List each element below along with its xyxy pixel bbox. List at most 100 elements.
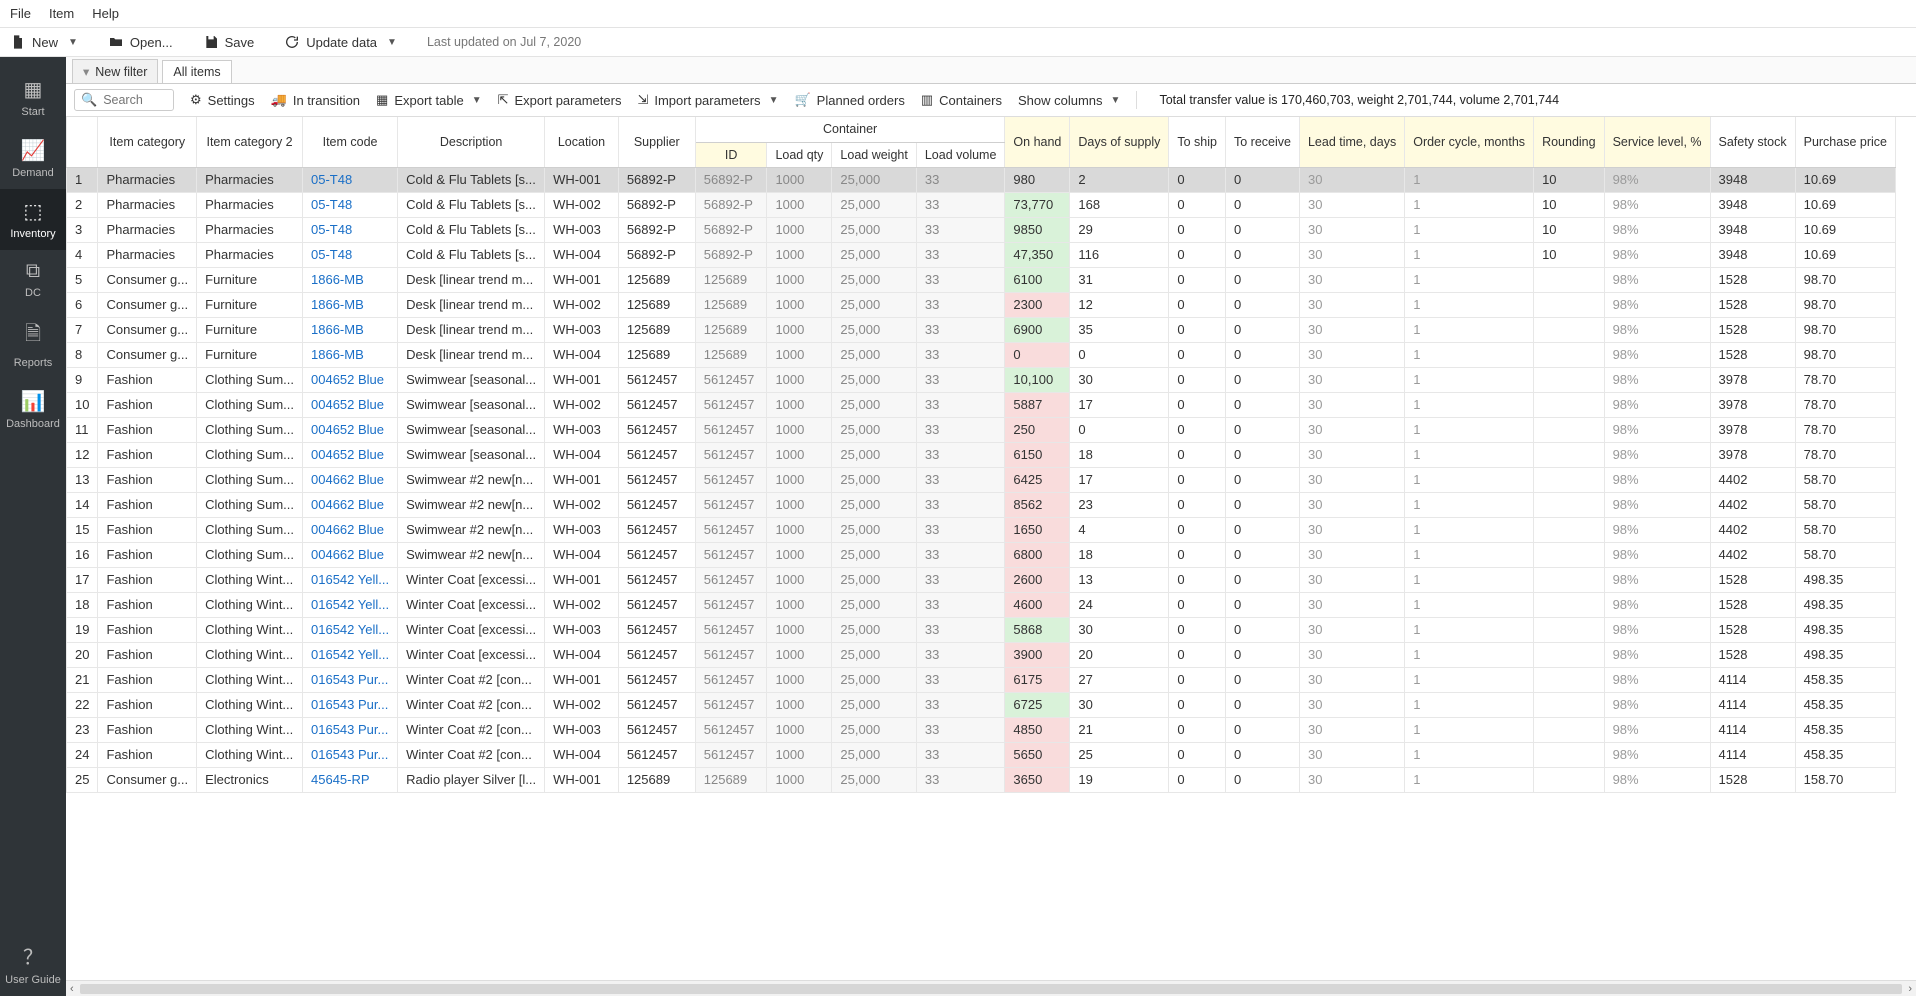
cell-to-ship[interactable]: 0	[1169, 367, 1226, 392]
cell-load-qty[interactable]: 1000	[767, 317, 832, 342]
table-row[interactable]: 13FashionClothing Sum...004662 BlueSwimw…	[67, 467, 1896, 492]
cell-load-qty[interactable]: 1000	[767, 717, 832, 742]
cell-purchase-price[interactable]: 58.70	[1795, 517, 1895, 542]
sidebar-item-inventory[interactable]: ⬚ Inventory	[0, 189, 66, 250]
containers-button[interactable]: ▥ Containers	[921, 92, 1002, 108]
cell-service-level[interactable]: 98%	[1604, 392, 1710, 417]
cell-days-supply[interactable]: 18	[1070, 442, 1169, 467]
cell-to-receive[interactable]: 0	[1225, 642, 1299, 667]
cell-on-hand[interactable]: 5868	[1005, 617, 1070, 642]
cell-purchase-price[interactable]: 498.35	[1795, 642, 1895, 667]
cell-load-volume[interactable]: 33	[916, 717, 1005, 742]
cell-location[interactable]: WH-003	[545, 417, 619, 442]
cell-lead-time[interactable]: 30	[1299, 717, 1404, 742]
cell-rounding[interactable]	[1534, 342, 1605, 367]
cell-description[interactable]: Swimwear #2 new[n...	[398, 467, 545, 492]
cell-to-receive[interactable]: 0	[1225, 717, 1299, 742]
cell-to-receive[interactable]: 0	[1225, 492, 1299, 517]
cell-lead-time[interactable]: 30	[1299, 317, 1404, 342]
cell-to-ship[interactable]: 0	[1169, 192, 1226, 217]
cell-item-code[interactable]: 016542 Yell...	[303, 642, 398, 667]
cell-purchase-price[interactable]: 98.70	[1795, 317, 1895, 342]
cell-service-level[interactable]: 98%	[1604, 192, 1710, 217]
cell-load-weight[interactable]: 25,000	[832, 367, 916, 392]
cell-days-supply[interactable]: 12	[1070, 292, 1169, 317]
cell-load-volume[interactable]: 33	[916, 667, 1005, 692]
col-service-level[interactable]: Service level, %	[1604, 117, 1710, 167]
cell-load-volume[interactable]: 33	[916, 267, 1005, 292]
cell-item-code[interactable]: 016542 Yell...	[303, 592, 398, 617]
cell-rounding[interactable]	[1534, 492, 1605, 517]
cell-load-volume[interactable]: 33	[916, 317, 1005, 342]
cell-safety-stock[interactable]: 3978	[1710, 367, 1795, 392]
cell-rounding[interactable]	[1534, 417, 1605, 442]
cell-description[interactable]: Swimwear #2 new[n...	[398, 542, 545, 567]
col-safety-stock[interactable]: Safety stock	[1710, 117, 1795, 167]
row-number[interactable]: 9	[67, 367, 98, 392]
cell-to-receive[interactable]: 0	[1225, 167, 1299, 192]
cell-lead-time[interactable]: 30	[1299, 467, 1404, 492]
cell-order-cycle[interactable]: 1	[1405, 267, 1534, 292]
cell-to-ship[interactable]: 0	[1169, 467, 1226, 492]
cell-to-receive[interactable]: 0	[1225, 417, 1299, 442]
cell-days-supply[interactable]: 23	[1070, 492, 1169, 517]
cell-item-category-2[interactable]: Clothing Wint...	[197, 592, 303, 617]
cell-purchase-price[interactable]: 78.70	[1795, 442, 1895, 467]
cell-item-category-2[interactable]: Clothing Wint...	[197, 742, 303, 767]
cell-order-cycle[interactable]: 1	[1405, 317, 1534, 342]
cell-item-category-2[interactable]: Clothing Wint...	[197, 692, 303, 717]
cell-description[interactable]: Winter Coat [excessi...	[398, 567, 545, 592]
cell-container-id[interactable]: 5612457	[695, 517, 767, 542]
cell-to-ship[interactable]: 0	[1169, 617, 1226, 642]
cell-load-qty[interactable]: 1000	[767, 492, 832, 517]
table-row[interactable]: 12FashionClothing Sum...004652 BlueSwimw…	[67, 442, 1896, 467]
cell-item-code[interactable]: 004652 Blue	[303, 442, 398, 467]
cell-item-code[interactable]: 004652 Blue	[303, 417, 398, 442]
cell-location[interactable]: WH-001	[545, 467, 619, 492]
cell-item-code[interactable]: 016543 Pur...	[303, 667, 398, 692]
cell-item-category-2[interactable]: Clothing Sum...	[197, 442, 303, 467]
cell-to-receive[interactable]: 0	[1225, 292, 1299, 317]
cell-to-ship[interactable]: 0	[1169, 642, 1226, 667]
cell-purchase-price[interactable]: 158.70	[1795, 767, 1895, 792]
search-box[interactable]: 🔍	[74, 89, 174, 111]
cell-service-level[interactable]: 98%	[1604, 367, 1710, 392]
menu-help[interactable]: Help	[92, 6, 119, 21]
cell-rounding[interactable]	[1534, 267, 1605, 292]
cell-order-cycle[interactable]: 1	[1405, 642, 1534, 667]
cell-item-category[interactable]: Fashion	[98, 617, 197, 642]
cell-description[interactable]: Cold & Flu Tablets [s...	[398, 217, 545, 242]
cell-item-code[interactable]: 05-T48	[303, 167, 398, 192]
cell-safety-stock[interactable]: 4114	[1710, 667, 1795, 692]
table-row[interactable]: 17FashionClothing Wint...016542 Yell...W…	[67, 567, 1896, 592]
cell-lead-time[interactable]: 30	[1299, 517, 1404, 542]
cell-supplier[interactable]: 5612457	[618, 517, 695, 542]
cell-safety-stock[interactable]: 3948	[1710, 217, 1795, 242]
cell-load-volume[interactable]: 33	[916, 242, 1005, 267]
cell-item-code[interactable]: 016542 Yell...	[303, 617, 398, 642]
cell-supplier[interactable]: 125689	[618, 292, 695, 317]
cell-item-category-2[interactable]: Pharmacies	[197, 192, 303, 217]
cell-to-receive[interactable]: 0	[1225, 267, 1299, 292]
table-row[interactable]: 6Consumer g...Furniture1866-MBDesk [line…	[67, 292, 1896, 317]
cell-supplier[interactable]: 56892-P	[618, 192, 695, 217]
cell-location[interactable]: WH-003	[545, 617, 619, 642]
tab-all-items[interactable]: All items	[162, 60, 231, 83]
cell-item-category-2[interactable]: Clothing Wint...	[197, 667, 303, 692]
cell-load-volume[interactable]: 33	[916, 542, 1005, 567]
cell-safety-stock[interactable]: 3948	[1710, 167, 1795, 192]
cell-safety-stock[interactable]: 3978	[1710, 417, 1795, 442]
cell-to-ship[interactable]: 0	[1169, 692, 1226, 717]
cell-supplier[interactable]: 125689	[618, 342, 695, 367]
table-row[interactable]: 11FashionClothing Sum...004652 BlueSwimw…	[67, 417, 1896, 442]
cell-item-category[interactable]: Consumer g...	[98, 342, 197, 367]
row-number[interactable]: 6	[67, 292, 98, 317]
cell-container-id[interactable]: 56892-P	[695, 192, 767, 217]
cell-load-volume[interactable]: 33	[916, 592, 1005, 617]
cell-on-hand[interactable]: 5887	[1005, 392, 1070, 417]
table-row[interactable]: 8Consumer g...Furniture1866-MBDesk [line…	[67, 342, 1896, 367]
cell-days-supply[interactable]: 18	[1070, 542, 1169, 567]
cell-days-supply[interactable]: 35	[1070, 317, 1169, 342]
cell-container-id[interactable]: 5612457	[695, 567, 767, 592]
cell-item-category[interactable]: Fashion	[98, 667, 197, 692]
